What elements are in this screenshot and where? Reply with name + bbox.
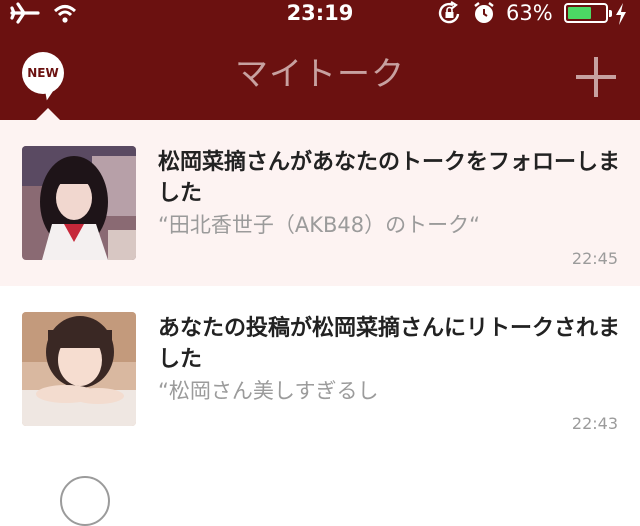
charging-bolt-icon <box>614 2 628 30</box>
plus-icon-vertical <box>594 57 598 97</box>
notification-item[interactable]: あなたの投稿が松岡菜摘さんにリトークされました “松岡さん美しすぎるし 22:4… <box>0 286 640 456</box>
avatar-photo <box>22 312 136 426</box>
notification-time: 22:45 <box>571 249 618 268</box>
notification-item[interactable] <box>0 456 640 526</box>
avatar-photo <box>22 146 136 260</box>
plus-icon[interactable] <box>576 57 616 97</box>
battery-percent: 63% <box>506 1 553 25</box>
battery-fill <box>568 7 591 19</box>
battery-icon <box>564 3 612 23</box>
page-title: マイトーク <box>235 54 405 93</box>
notification-time: 22:43 <box>571 414 618 433</box>
rotation-lock-icon <box>437 1 463 29</box>
status-bar: 23:19 63% <box>0 0 640 28</box>
notification-quote: “松岡さん美しすぎるし <box>158 379 379 403</box>
header-pointer <box>36 108 60 120</box>
battery-cap <box>609 10 612 17</box>
notification-item[interactable]: 松岡菜摘さんがあなたのトークをフォローしました “田北香世子（AKB48）のトー… <box>0 120 640 286</box>
notification-quote: “田北香世子（AKB48）のトーク“ <box>158 213 481 237</box>
notification-title: あなたの投稿が松岡菜摘さんにリトークされました <box>158 316 621 372</box>
notification-title: 松岡菜摘さんがあなたのトークをフォローしました <box>158 150 621 206</box>
avatar-photo <box>60 476 110 526</box>
alarm-icon <box>472 1 496 29</box>
